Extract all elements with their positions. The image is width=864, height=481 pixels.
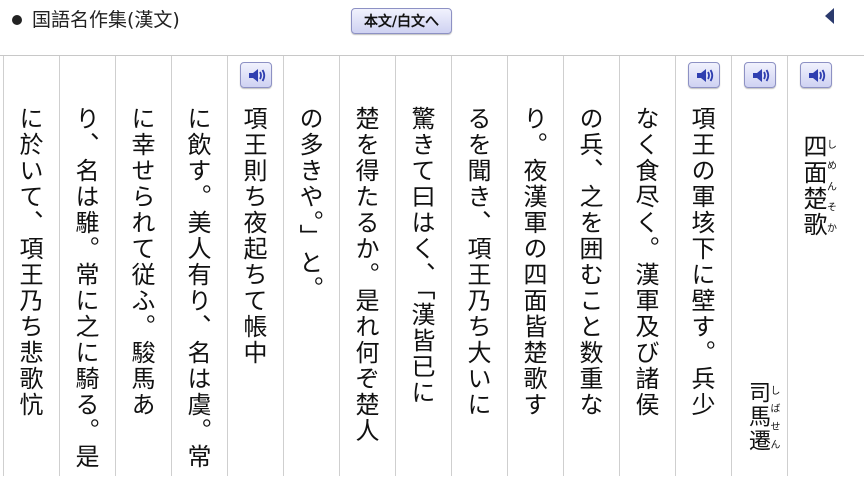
- text-column: の兵、之を囲むこと数重な: [563, 56, 620, 476]
- vertical-text-area[interactable]: 四面楚歌しめんそか 司馬遷しばせん 項王の軍垓下に壁す。兵少 なく食尽く。漢軍及…: [0, 55, 864, 481]
- paragraph-audio-button[interactable]: [688, 62, 720, 88]
- poem-author-reading: しばせん: [768, 381, 779, 453]
- text-line: 楚を得たるか。是れ何ぞ楚人: [351, 106, 379, 444]
- author-audio-button[interactable]: [744, 62, 776, 88]
- poem-title: 四面楚歌: [799, 134, 827, 238]
- back-arrow-icon[interactable]: [825, 8, 834, 24]
- speaker-icon: [697, 69, 714, 82]
- text-line: 驚きて曰はく、「漢皆已に: [407, 106, 435, 406]
- text-column: 驚きて曰はく、「漢皆已に: [395, 56, 452, 476]
- text-column: に幸せられて従ふ。駿馬あ: [115, 56, 172, 476]
- text-line: り。夜漢軍の四面皆楚歌す: [519, 106, 547, 418]
- header-bar: 国語名作集(漢文) 本文/白文へ: [0, 0, 864, 44]
- text-column: の多きや。」と。: [283, 56, 340, 476]
- text-line: なく食尽く。漢軍及び諸侯: [631, 106, 659, 418]
- text-column: り。夜漢軍の四面皆楚歌す: [507, 56, 564, 476]
- speaker-icon: [249, 69, 266, 82]
- title-column: 四面楚歌しめんそか: [787, 56, 844, 476]
- text-mode-toggle-button[interactable]: 本文/白文へ: [351, 8, 452, 34]
- bullet-icon: [12, 15, 22, 25]
- author-column: 司馬遷しばせん: [731, 56, 788, 476]
- text-line: に幸せられて従ふ。駿馬あ: [127, 106, 155, 418]
- text-line: の多きや。」と。: [295, 106, 323, 302]
- text-column: 項王の軍垓下に壁す。兵少: [675, 56, 732, 476]
- text-column: に飲す。美人有り、名は虞。常: [171, 56, 228, 476]
- app-title: 国語名作集(漢文): [32, 9, 180, 31]
- text-column: に於いて、項王乃ち悲歌忼: [3, 56, 60, 476]
- text-line: るを聞き、項王乃ち大いに: [463, 106, 491, 418]
- text-column: なく食尽く。漢軍及び諸侯: [619, 56, 676, 476]
- text-column: 項王則ち夜起ちて帳中: [227, 56, 284, 476]
- text-column: るを聞き、項王乃ち大いに: [451, 56, 508, 476]
- text-line: に飲す。美人有り、名は虞。常: [183, 106, 211, 470]
- text-line: 項王の軍垓下に壁す。兵少: [687, 106, 715, 418]
- text-line: り、名は騅。常に之に騎る。是: [71, 106, 99, 470]
- poem-title-reading: しめんそか: [824, 134, 836, 238]
- text-line: の兵、之を囲むこと数重な: [575, 106, 603, 418]
- text-column: り、名は騅。常に之に騎る。是: [59, 56, 116, 476]
- paragraph-audio-button[interactable]: [240, 62, 272, 88]
- text-line: に於いて、項王乃ち悲歌忼: [15, 106, 43, 418]
- text-column: 楚を得たるか。是れ何ぞ楚人: [339, 56, 396, 476]
- speaker-icon: [809, 69, 826, 82]
- speaker-icon: [753, 69, 770, 82]
- poem-author: 司馬遷: [745, 381, 770, 453]
- title-audio-button[interactable]: [800, 62, 832, 88]
- text-line: 項王則ち夜起ちて帳中: [239, 106, 267, 366]
